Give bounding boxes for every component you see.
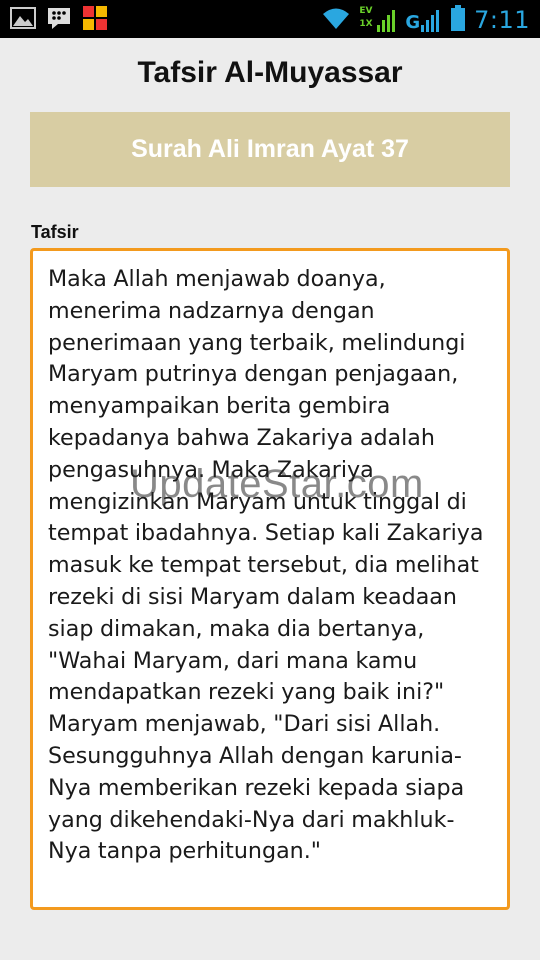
tafsir-label: Tafsir <box>31 222 79 242</box>
battery-icon <box>450 4 466 36</box>
status-clock: 7:11 <box>474 6 530 34</box>
app-grid-icon <box>82 5 108 35</box>
notification-icons <box>10 5 108 35</box>
surah-title: Surah Ali Imran Ayat 37 <box>131 135 409 163</box>
system-indicators: EV 1X G 7:11 <box>321 4 530 36</box>
wifi-icon <box>321 5 351 35</box>
signal-1x-icon: EV 1X <box>359 6 397 34</box>
gallery-icon <box>10 6 36 34</box>
page-title: Tafsir Al-Muyassar <box>137 56 403 89</box>
bbm-icon <box>46 5 72 35</box>
signal-g-icon: G <box>405 7 442 33</box>
surah-banner: Surah Ali Imran Ayat 37 <box>30 112 510 187</box>
tafsir-text: Maka Allah menjawab doanya, menerima nad… <box>48 266 484 865</box>
status-bar: EV 1X G 7:11 <box>0 0 540 38</box>
tafsir-text-area[interactable]: Maka Allah menjawab doanya, menerima nad… <box>30 248 510 910</box>
